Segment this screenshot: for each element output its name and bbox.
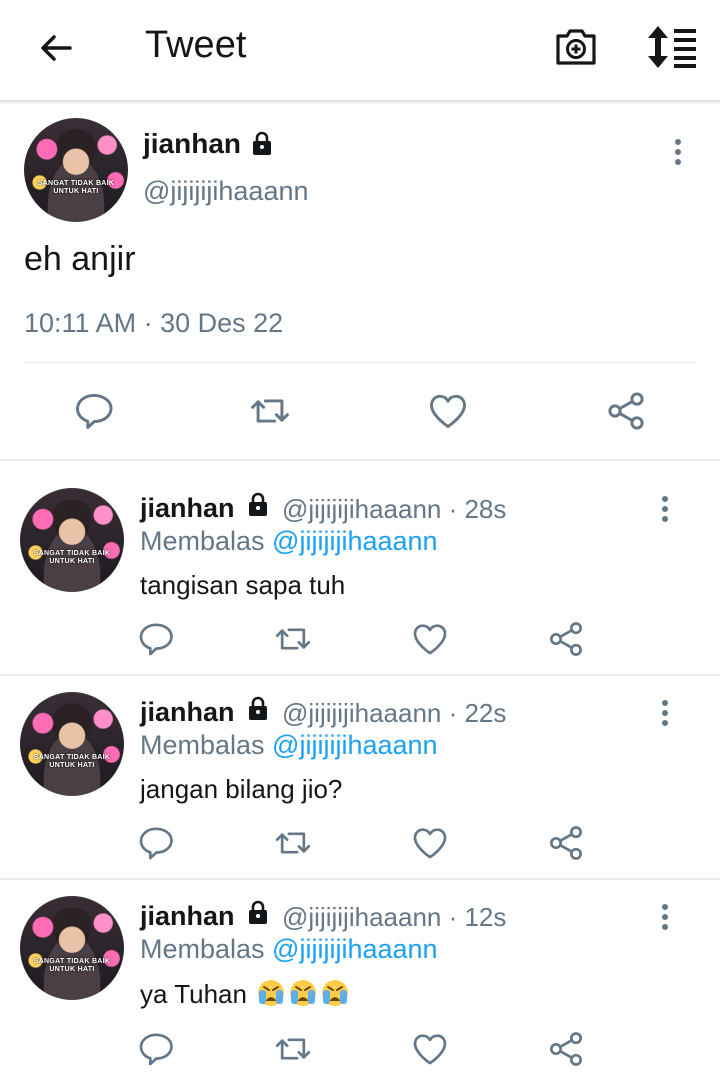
tweet-text: eh anjir — [24, 240, 136, 278]
divider — [24, 362, 696, 363]
replying-to: Membalas @jijijijihaaann — [140, 730, 438, 761]
avatar-caption: SANGAT TIDAK BAIK UNTUK HATI — [33, 958, 111, 974]
author-name[interactable]: jianhan — [140, 697, 235, 728]
mention-link[interactable]: @jijijijihaaann — [272, 526, 438, 556]
author-handle-time: @jijijijihaaann · 12s — [282, 902, 507, 932]
lock-icon — [250, 130, 274, 156]
mention-link[interactable]: @jijijijihaaann — [272, 730, 438, 760]
author-handle[interactable]: @jijijijihaaann — [143, 176, 309, 207]
reply-text-content: ya Tuhan — [140, 979, 255, 1009]
retweet-icon[interactable] — [248, 389, 292, 433]
reply-text: tangisan sapa tuh — [140, 570, 346, 600]
avatar[interactable]: SANGAT TIDAK BAIK UNTUK HATI — [24, 118, 128, 222]
divider — [0, 459, 720, 461]
more-options-icon[interactable] — [660, 494, 670, 524]
more-options-icon[interactable] — [673, 137, 683, 167]
share-icon[interactable] — [546, 1029, 586, 1069]
replying-to: Membalas @jijijijihaaann — [140, 934, 438, 965]
reply-tweet[interactable]: SANGAT TIDAK BAIK UNTUK HATI jianhan @ji… — [0, 880, 720, 1080]
loudly-crying-face-emoji — [256, 978, 286, 1008]
top-bar: Tweet — [0, 0, 720, 100]
retweet-icon[interactable] — [273, 1029, 313, 1069]
author-name[interactable]: jianhan — [143, 128, 241, 160]
reply-text: jangan bilang jio? — [140, 774, 343, 804]
reply-icon[interactable] — [72, 389, 116, 433]
camera-plus-icon[interactable] — [553, 24, 599, 70]
lock-icon — [246, 695, 270, 721]
share-icon[interactable] — [546, 619, 586, 659]
reply-icon[interactable] — [136, 1029, 176, 1069]
avatar-caption: SANGAT TIDAK BAIK UNTUK HATI — [33, 754, 111, 770]
reply-tweet[interactable]: SANGAT TIDAK BAIK UNTUK HATI jianhan @ji… — [0, 462, 720, 674]
share-icon[interactable] — [546, 823, 586, 863]
like-icon[interactable] — [410, 823, 450, 863]
avatar-caption: SANGAT TIDAK BAIK UNTUK HATI — [37, 180, 115, 196]
loudly-crying-face-emoji — [288, 978, 318, 1008]
like-icon[interactable] — [410, 619, 450, 659]
avatar[interactable]: SANGAT TIDAK BAIK UNTUK HATI — [20, 488, 124, 592]
retweet-icon[interactable] — [273, 823, 313, 863]
avatar[interactable]: SANGAT TIDAK BAIK UNTUK HATI — [20, 692, 124, 796]
avatar-caption: SANGAT TIDAK BAIK UNTUK HATI — [33, 550, 111, 566]
sort-icon[interactable] — [644, 24, 700, 70]
author-handle-time: @jijijijihaaann · 28s — [282, 494, 507, 524]
like-icon[interactable] — [426, 389, 470, 433]
mention-link[interactable]: @jijijijihaaann — [272, 934, 438, 964]
author-handle-time: @jijijijihaaann · 22s — [282, 698, 507, 728]
avatar[interactable]: SANGAT TIDAK BAIK UNTUK HATI — [20, 896, 124, 1000]
reply-tweet[interactable]: SANGAT TIDAK BAIK UNTUK HATI jianhan @ji… — [0, 676, 720, 878]
loudly-crying-face-emoji — [320, 978, 350, 1008]
replying-to-label: Membalas — [140, 934, 273, 964]
lock-icon — [246, 491, 270, 517]
reply-text: ya Tuhan — [140, 978, 350, 1010]
replying-to-label: Membalas — [140, 526, 273, 556]
author-name[interactable]: jianhan — [140, 901, 235, 932]
like-icon[interactable] — [410, 1029, 450, 1069]
header-divider — [0, 100, 720, 104]
replying-to-label: Membalas — [140, 730, 273, 760]
retweet-icon[interactable] — [273, 619, 313, 659]
author-name[interactable]: jianhan — [140, 493, 235, 524]
reply-icon[interactable] — [136, 619, 176, 659]
lock-icon — [246, 899, 270, 925]
more-options-icon[interactable] — [660, 902, 670, 932]
reply-icon[interactable] — [136, 823, 176, 863]
more-options-icon[interactable] — [660, 698, 670, 728]
page-title: Tweet — [145, 24, 247, 66]
back-arrow-icon[interactable] — [34, 26, 78, 70]
share-icon[interactable] — [604, 389, 648, 433]
replying-to: Membalas @jijijijihaaann — [140, 526, 438, 557]
tweet-timestamp: 10:11 AM · 30 Des 22 — [24, 308, 284, 338]
